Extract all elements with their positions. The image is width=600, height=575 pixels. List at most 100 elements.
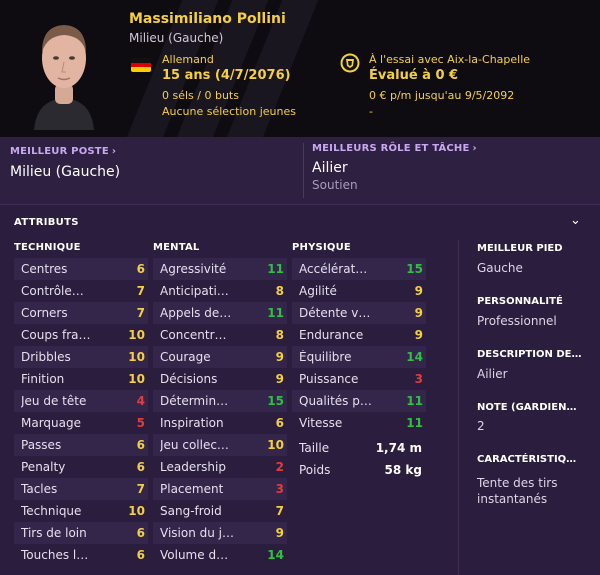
best-foot-label: MEILLEUR PIED	[477, 243, 563, 254]
attribute-row[interactable]: Jeu collec… 10	[153, 434, 287, 456]
attribute-label: Marquage	[21, 416, 82, 430]
attribute-label: Appels de…	[160, 306, 232, 320]
attribute-row[interactable]: Technique 10	[14, 500, 148, 522]
description-value: Ailier	[477, 367, 508, 381]
attribute-row[interactable]: Tirs de loin 6	[14, 522, 148, 544]
attribute-row[interactable]: Inspiration 6	[153, 412, 287, 434]
attribute-label: Endurance	[299, 328, 364, 342]
attribute-row[interactable]: Touches l… 6	[14, 544, 148, 566]
attribute-value: 6	[136, 262, 145, 276]
attribute-label: Touches l…	[21, 548, 89, 562]
best-role-link[interactable]: MEILLEURS RÔLE ET TÂCHE ›	[312, 143, 477, 154]
attribute-label: Jeu collec…	[160, 438, 229, 452]
mental-heading: MENTAL	[153, 242, 200, 253]
attribute-row[interactable]: Sang-froid 7	[153, 500, 287, 522]
attribute-value: 9	[414, 284, 423, 298]
best-role-value: Ailier	[312, 160, 348, 176]
height-value: 1,74 m	[375, 441, 422, 455]
attribute-row[interactable]: Courage 9	[153, 346, 287, 368]
attribute-row[interactable]: Agressivité 11	[153, 258, 287, 280]
attribute-row[interactable]: Placement 3	[153, 478, 287, 500]
attribute-row[interactable]: Penalty 6	[14, 456, 148, 478]
attribute-row[interactable]: Appels de… 11	[153, 302, 287, 324]
technique-heading: TECHNIQUE	[14, 242, 81, 253]
attribute-value: 9	[275, 372, 284, 386]
attribute-label: Inspiration	[160, 416, 224, 430]
height-label: Taille	[299, 441, 330, 455]
player-name[interactable]: Massimiliano Pollini	[129, 11, 286, 27]
attribute-value: 14	[406, 350, 423, 364]
attribute-label: Puissance	[299, 372, 359, 386]
attribute-value: 2	[275, 460, 284, 474]
attribute-value: 11	[406, 394, 423, 408]
best-foot-value: Gauche	[477, 261, 523, 275]
attribute-row[interactable]: Tacles 7	[14, 478, 148, 500]
chevron-right-icon: ›	[111, 146, 117, 157]
nationality-label[interactable]: Allemand	[162, 53, 214, 66]
attribute-label: Passes	[21, 438, 62, 452]
attribute-value: 15	[267, 394, 284, 408]
attribute-row[interactable]: Jeu de tête 4	[14, 390, 148, 412]
attribute-row[interactable]: Détente v… 9	[292, 302, 426, 324]
personality-label: PERSONNALITÉ	[477, 296, 563, 307]
attribute-value: 9	[275, 350, 284, 364]
attribute-row[interactable]: Leadership 2	[153, 456, 287, 478]
attribute-row[interactable]: Dribbles 10	[14, 346, 148, 368]
attribute-label: Vitesse	[299, 416, 343, 430]
attribute-label: Placement	[160, 482, 224, 496]
attribute-row[interactable]: Décisions 9	[153, 368, 287, 390]
player-value: Évalué à 0 €	[369, 68, 459, 83]
attribute-label: Leadership	[160, 460, 226, 474]
attribute-row[interactable]: Agilité 9	[292, 280, 426, 302]
attribute-row[interactable]: Corners 7	[14, 302, 148, 324]
attribute-label: Contrôle…	[21, 284, 84, 298]
attribute-row[interactable]: Puissance 3	[292, 368, 426, 390]
best-role-duty: Soutien	[312, 178, 358, 192]
attribute-row[interactable]: Détermin… 15	[153, 390, 287, 412]
attribute-value: 10	[128, 504, 145, 518]
attribute-value: 10	[128, 372, 145, 386]
contract-extra: -	[369, 105, 373, 118]
attribute-label: Finition	[21, 372, 65, 386]
best-position-link[interactable]: MEILLEUR POSTE ›	[10, 146, 116, 157]
traits-value[interactable]: Tente des tirs instantanés	[477, 475, 587, 507]
chevron-down-icon[interactable]: ⌄	[570, 213, 581, 228]
attribute-label: Détermin…	[160, 394, 229, 408]
attribute-value: 4	[136, 394, 145, 408]
attribute-label: Tirs de loin	[21, 526, 87, 540]
attribute-row[interactable]: Vitesse 11	[292, 412, 426, 434]
attribute-row[interactable]: Volume d… 14	[153, 544, 287, 566]
attribute-row[interactable]: Accélérat… 15	[292, 258, 426, 280]
attribute-value: 10	[267, 438, 284, 452]
attribute-row[interactable]: Coups fra… 10	[14, 324, 148, 346]
attribute-row[interactable]: Contrôle… 7	[14, 280, 148, 302]
attribute-value: 9	[275, 526, 284, 540]
attribute-row[interactable]: Marquage 5	[14, 412, 148, 434]
attribute-row[interactable]: Centres 6	[14, 258, 148, 280]
club-badge-icon[interactable]	[340, 53, 360, 73]
attribute-label: Détente v…	[299, 306, 371, 320]
attribute-row[interactable]: Passes 6	[14, 434, 148, 456]
attribute-row[interactable]: Concentr… 8	[153, 324, 287, 346]
attribute-label: Jeu de tête	[21, 394, 87, 408]
attribute-label: Agressivité	[160, 262, 227, 276]
attribute-row[interactable]: Équilibre 14	[292, 346, 426, 368]
attribute-row[interactable]: Qualités p… 11	[292, 390, 426, 412]
attribute-row[interactable]: Vision du j… 9	[153, 522, 287, 544]
loan-status[interactable]: À l'essai avec Aix-la-Chapelle	[369, 53, 530, 66]
attribute-label: Agilité	[299, 284, 337, 298]
attribute-label: Centres	[21, 262, 68, 276]
attribute-value: 10	[128, 328, 145, 342]
weight-value: 58 kg	[384, 463, 422, 477]
germany-flag-icon	[131, 58, 151, 72]
attribute-value: 6	[136, 526, 145, 540]
attributes-title: ATTRIBUTS	[14, 217, 79, 228]
attribute-value: 3	[275, 482, 284, 496]
attribute-label: Coups fra…	[21, 328, 91, 342]
attribute-row[interactable]: Endurance 9	[292, 324, 426, 346]
mental-attribute-list: Agressivité 11 Anticipati… 8 Appels de… 11 Con…	[153, 258, 287, 566]
attribute-row[interactable]: Anticipati… 8	[153, 280, 287, 302]
attribute-row[interactable]: Finition 10	[14, 368, 148, 390]
personality-value[interactable]: Professionnel	[477, 314, 557, 328]
description-label: DESCRIPTION DE…	[477, 349, 582, 360]
